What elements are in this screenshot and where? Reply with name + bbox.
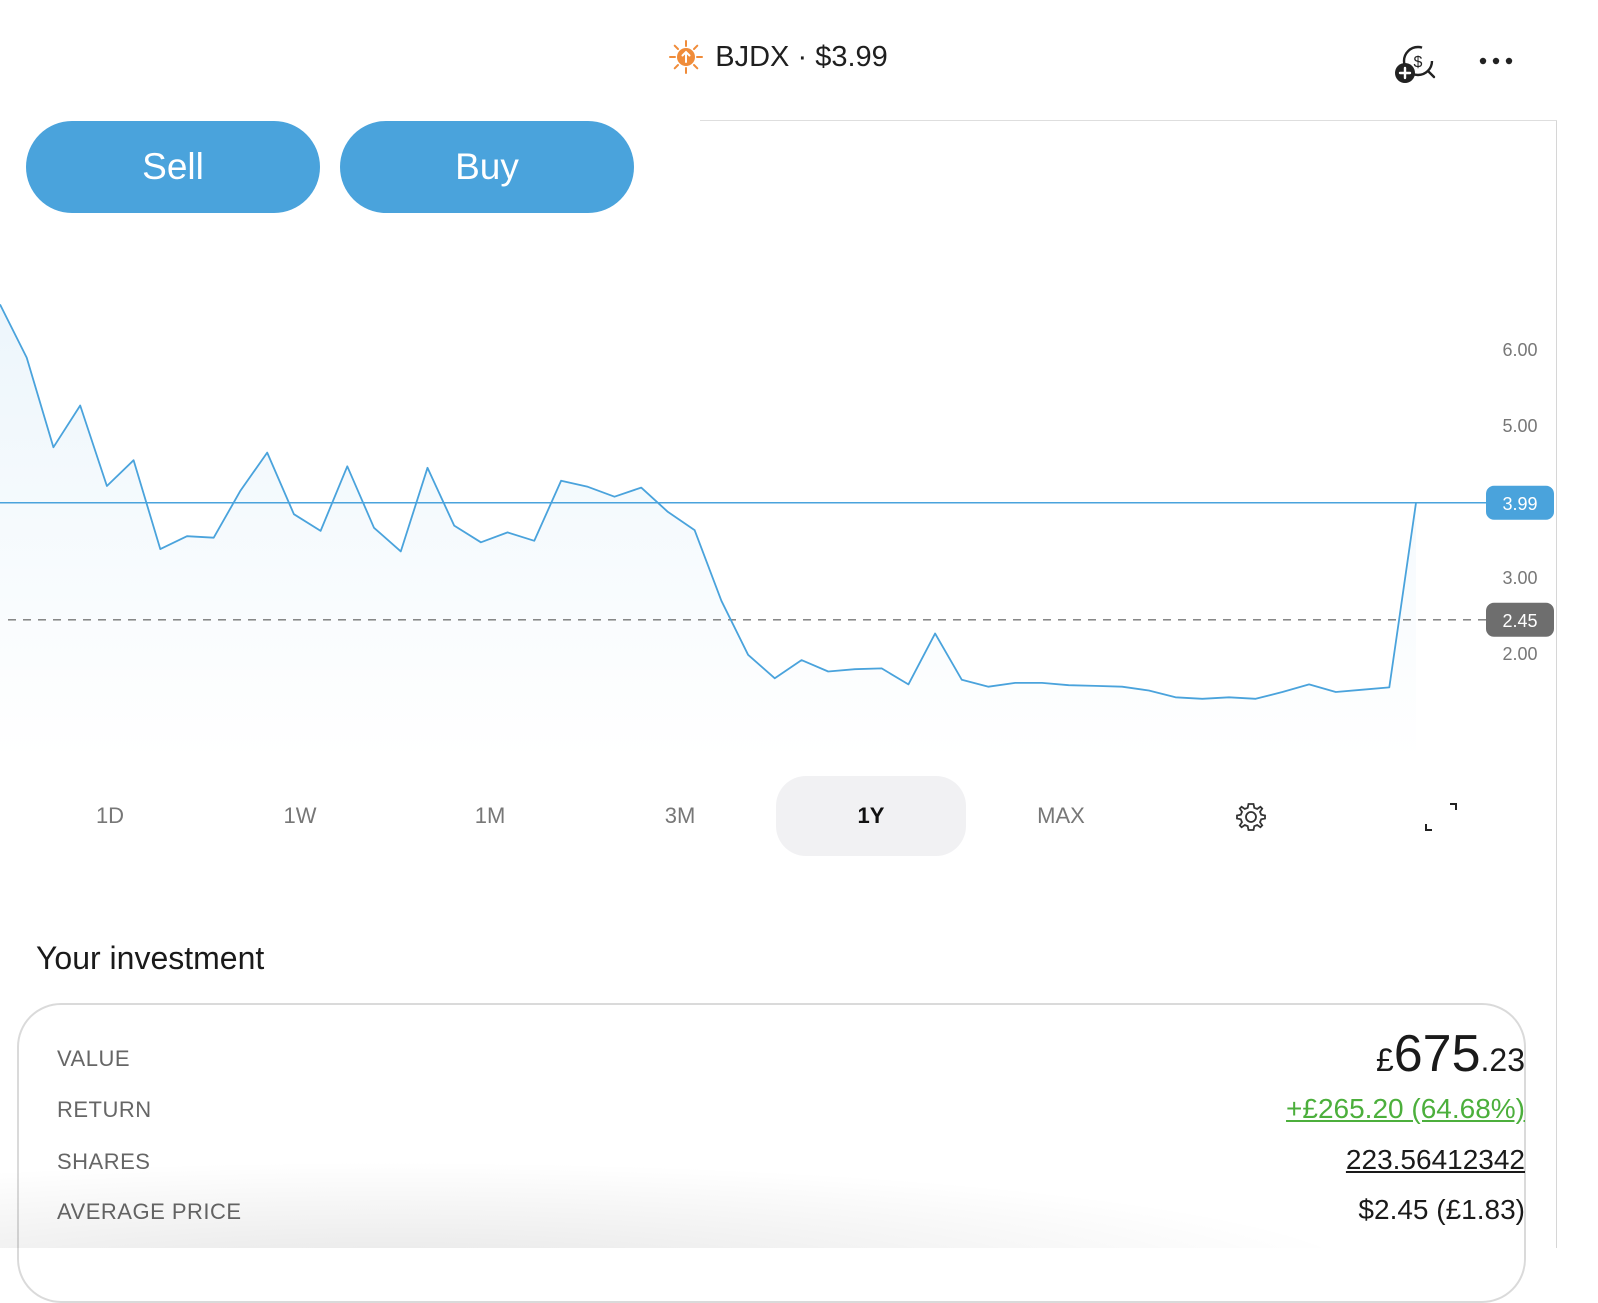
average-price-badge-label: 2.45	[1502, 611, 1537, 631]
header-price: $3.99	[815, 40, 888, 73]
current-price-badge-label: 3.99	[1502, 494, 1537, 514]
range-1y[interactable]: 1Y	[776, 776, 966, 856]
range-3m[interactable]: 3M	[585, 776, 775, 856]
gear-icon[interactable]	[1234, 800, 1268, 834]
range-max[interactable]: MAX	[966, 776, 1156, 856]
value-main: 675	[1393, 1025, 1481, 1083]
value-currency: £	[1375, 1042, 1394, 1078]
investment-title: Your investment	[36, 940, 265, 976]
add-dollar-icon[interactable]: $	[1392, 40, 1440, 88]
header-title: BJDX · $3.99	[715, 41, 888, 73]
sell-button[interactable]: Sell	[26, 121, 320, 213]
shares-value[interactable]: 223.56412342	[1346, 1144, 1525, 1176]
svg-text:$: $	[1414, 54, 1423, 71]
return-label: RETURN	[57, 1097, 152, 1122]
value-label: VALUE	[57, 1046, 131, 1071]
y-tick-label: 3.00	[1502, 568, 1537, 588]
ticker: BJDX	[715, 40, 790, 73]
expand-icon[interactable]	[1424, 800, 1458, 834]
average-price-label: AVERAGE PRICE	[57, 1199, 242, 1224]
header-title-group: BJDX · $3.99	[0, 40, 1557, 75]
range-1d[interactable]: 1D	[15, 776, 205, 856]
average-price-value: $2.45 (£1.83)	[1358, 1194, 1525, 1225]
value-cents: .23	[1480, 1042, 1525, 1078]
price-chart[interactable]: 6.00 5.00 3.00 2.00 3.99 2.45	[0, 240, 1557, 760]
range-1m[interactable]: 1M	[395, 776, 585, 856]
value-amount: £675.23	[1376, 1024, 1525, 1084]
separator: ·	[797, 40, 808, 73]
shares-label: SHARES	[57, 1149, 151, 1174]
area-fill	[0, 304, 1416, 760]
range-1w[interactable]: 1W	[205, 776, 395, 856]
price-chart-svg: 6.00 5.00 3.00 2.00 3.99 2.45	[0, 303, 1554, 760]
return-value[interactable]: +£265.20 (64.68%)	[1286, 1093, 1525, 1125]
y-tick-label: 2.00	[1502, 644, 1537, 664]
buy-button[interactable]: Buy	[340, 121, 634, 213]
sun-icon	[669, 40, 704, 75]
header-underlay	[0, 100, 700, 121]
investment-card	[17, 1003, 1526, 1303]
range-selector: 1D 1W 1M 3M 1Y MAX	[0, 776, 1557, 858]
more-icon[interactable]	[1478, 45, 1518, 75]
y-tick-label: 5.00	[1502, 416, 1537, 436]
y-tick-label: 6.00	[1502, 340, 1537, 360]
